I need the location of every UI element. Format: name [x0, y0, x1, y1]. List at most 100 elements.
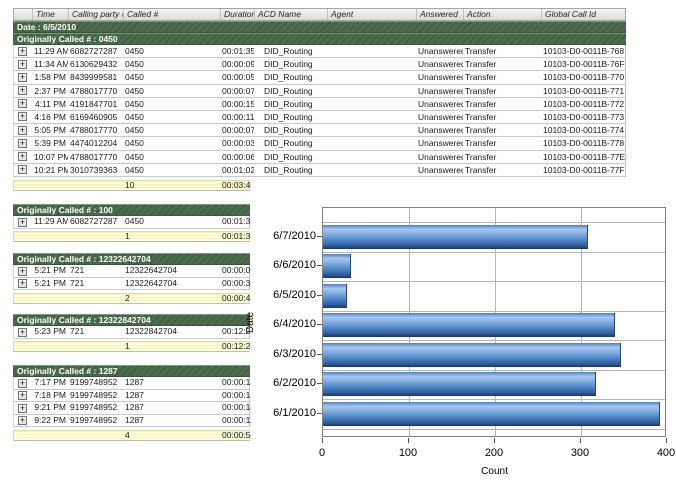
expand-cell: +	[14, 402, 32, 414]
summary-count: 10	[123, 181, 220, 190]
cell-acd-name: DID_Routing	[254, 71, 327, 83]
expand-button[interactable]: +	[18, 86, 27, 95]
table-body: +11:29 AM6082727287045000:01:35DID_Routi…	[13, 45, 626, 177]
cell-called: 1287	[123, 415, 220, 427]
cell-acd-name: DID_Routing	[254, 137, 327, 149]
cell-time: 5:23 PM	[32, 326, 68, 338]
report-page: TimeCalling party #Called #DurationACD N…	[0, 0, 676, 485]
column-header-global-call-id[interactable]: Global Call Id	[541, 9, 627, 20]
originally-called-band: Originally Called # : 100	[13, 204, 250, 216]
table-row: +5:23 PM7211232284270400:12:23	[13, 326, 250, 339]
expand-cell: +	[14, 377, 32, 389]
cell-acd-name: DID_Routing	[254, 151, 327, 163]
originally-called-band: Originally Called # : 12322642704	[13, 253, 250, 265]
expand-button[interactable]: +	[18, 73, 27, 82]
expand-cell: +	[14, 98, 32, 110]
cell-time: 9:22 PM	[32, 415, 68, 427]
cell-duration: 00:00:03	[220, 137, 254, 149]
expand-cell: +	[14, 278, 32, 290]
column-header-calling-party-[interactable]: Calling party #	[68, 9, 123, 20]
cell-agent	[327, 45, 416, 57]
expand-button[interactable]: +	[18, 279, 27, 288]
bar-6-5-2010	[323, 284, 347, 308]
gridline-vertical	[409, 208, 410, 436]
cell-called: 0450	[123, 164, 220, 176]
cell-duration: 00:00:07	[220, 124, 254, 136]
table-row: +9:22 PM9199748952128700:00:11	[13, 415, 250, 428]
summary-duration: 00:00:43	[220, 294, 251, 303]
column-header-agent[interactable]: Agent	[327, 9, 416, 20]
expand-button[interactable]: +	[18, 379, 27, 388]
cell-duration: 00:00:09	[220, 265, 251, 277]
column-header-time[interactable]: Time	[32, 9, 68, 20]
cell-called: 1287	[123, 402, 220, 414]
y-axis-tick	[317, 354, 322, 355]
call-group: Originally Called # : 100+11:29 AM608272…	[13, 204, 250, 242]
expand-button[interactable]: +	[18, 152, 27, 161]
expand-button[interactable]: +	[18, 328, 27, 337]
x-tick-label: 400	[644, 447, 676, 459]
cell-time: 5:39 PM	[32, 137, 68, 149]
cell-time: 4:16 PM	[32, 111, 68, 123]
expand-button[interactable]: +	[18, 126, 27, 135]
column-header-called-[interactable]: Called #	[123, 9, 220, 20]
cell-called: 1287	[123, 390, 220, 402]
column-header-answered[interactable]: Answered	[416, 9, 463, 20]
cell-calling-party: 6130629432	[68, 58, 123, 70]
table-row: +5:05 PM4788017770045000:00:07DID_Routin…	[13, 124, 626, 137]
cell-duration: 00:01:02	[220, 164, 254, 176]
cell-action: Transfer	[463, 111, 541, 123]
date-group-band: Date : 6/5/2010	[13, 21, 626, 33]
expand-cell: +	[14, 124, 32, 136]
cell-action: Transfer	[463, 71, 541, 83]
expand-button[interactable]: +	[18, 47, 27, 56]
x-axis-tick	[666, 438, 667, 443]
x-tick-label: 300	[558, 447, 602, 459]
cell-global-call-id: 10103-D0-0011B-77F	[541, 164, 627, 176]
expand-button[interactable]: +	[18, 404, 27, 413]
cell-calling-party: 9199748952	[68, 402, 123, 414]
cell-agent	[327, 151, 416, 163]
expand-cell: +	[14, 151, 32, 163]
cell-calling-party: 4788017770	[68, 124, 123, 136]
cell-called: 12322642704	[123, 278, 220, 290]
expand-cell: +	[14, 58, 32, 70]
expand-button[interactable]: +	[18, 391, 27, 400]
expand-button[interactable]: +	[18, 139, 27, 148]
cell-called: 0450	[123, 58, 220, 70]
column-header-acd-name[interactable]: ACD Name	[254, 9, 327, 20]
cell-called: 0450	[123, 216, 220, 228]
y-tick-label: 6/2/2010	[252, 377, 316, 389]
column-header-expand[interactable]	[14, 9, 32, 20]
cell-calling-party: 9199748952	[68, 390, 123, 402]
cell-duration: 00:00:11	[220, 111, 254, 123]
cell-answered: Unanswered	[416, 151, 463, 163]
cell-answered: Unanswered	[416, 71, 463, 83]
expand-button[interactable]: +	[18, 99, 27, 108]
call-group: Originally Called # : 1287+7:17 PM919974…	[13, 365, 250, 441]
group-summary-row: 100:01:35	[13, 231, 250, 242]
cell-acd-name: DID_Routing	[254, 164, 327, 176]
expand-button[interactable]: +	[18, 218, 27, 227]
cell-time: 5:21 PM	[32, 265, 68, 277]
table-row: +10:21 PM3010739363045000:01:02DID_Routi…	[13, 164, 626, 177]
column-header-action[interactable]: Action	[463, 9, 541, 20]
cell-answered: Unanswered	[416, 124, 463, 136]
expand-cell: +	[14, 45, 32, 57]
expand-button[interactable]: +	[18, 267, 27, 276]
expand-button[interactable]: +	[18, 112, 27, 121]
cell-global-call-id: 10103-D0-0011B-771	[541, 85, 627, 97]
expand-button[interactable]: +	[18, 165, 27, 174]
cell-called: 0450	[123, 111, 220, 123]
column-header-duration[interactable]: Duration	[220, 9, 254, 20]
cell-calling-party: 9199748952	[68, 377, 123, 389]
cell-global-call-id: 10103-D0-0011B-768	[541, 45, 627, 57]
table-row: +11:34 AM6130629432045000:00:09DID_Routi…	[13, 58, 626, 71]
cell-duration: 00:00:15	[220, 98, 254, 110]
expand-button[interactable]: +	[18, 416, 27, 425]
cell-called: 12322842704	[123, 326, 220, 338]
expand-button[interactable]: +	[18, 60, 27, 69]
cell-answered: Unanswered	[416, 45, 463, 57]
table-row: +2:37 PM4788017770045000:00:07DID_Routin…	[13, 85, 626, 98]
call-group: Originally Called # : 12322842704+5:23 P…	[13, 314, 250, 352]
